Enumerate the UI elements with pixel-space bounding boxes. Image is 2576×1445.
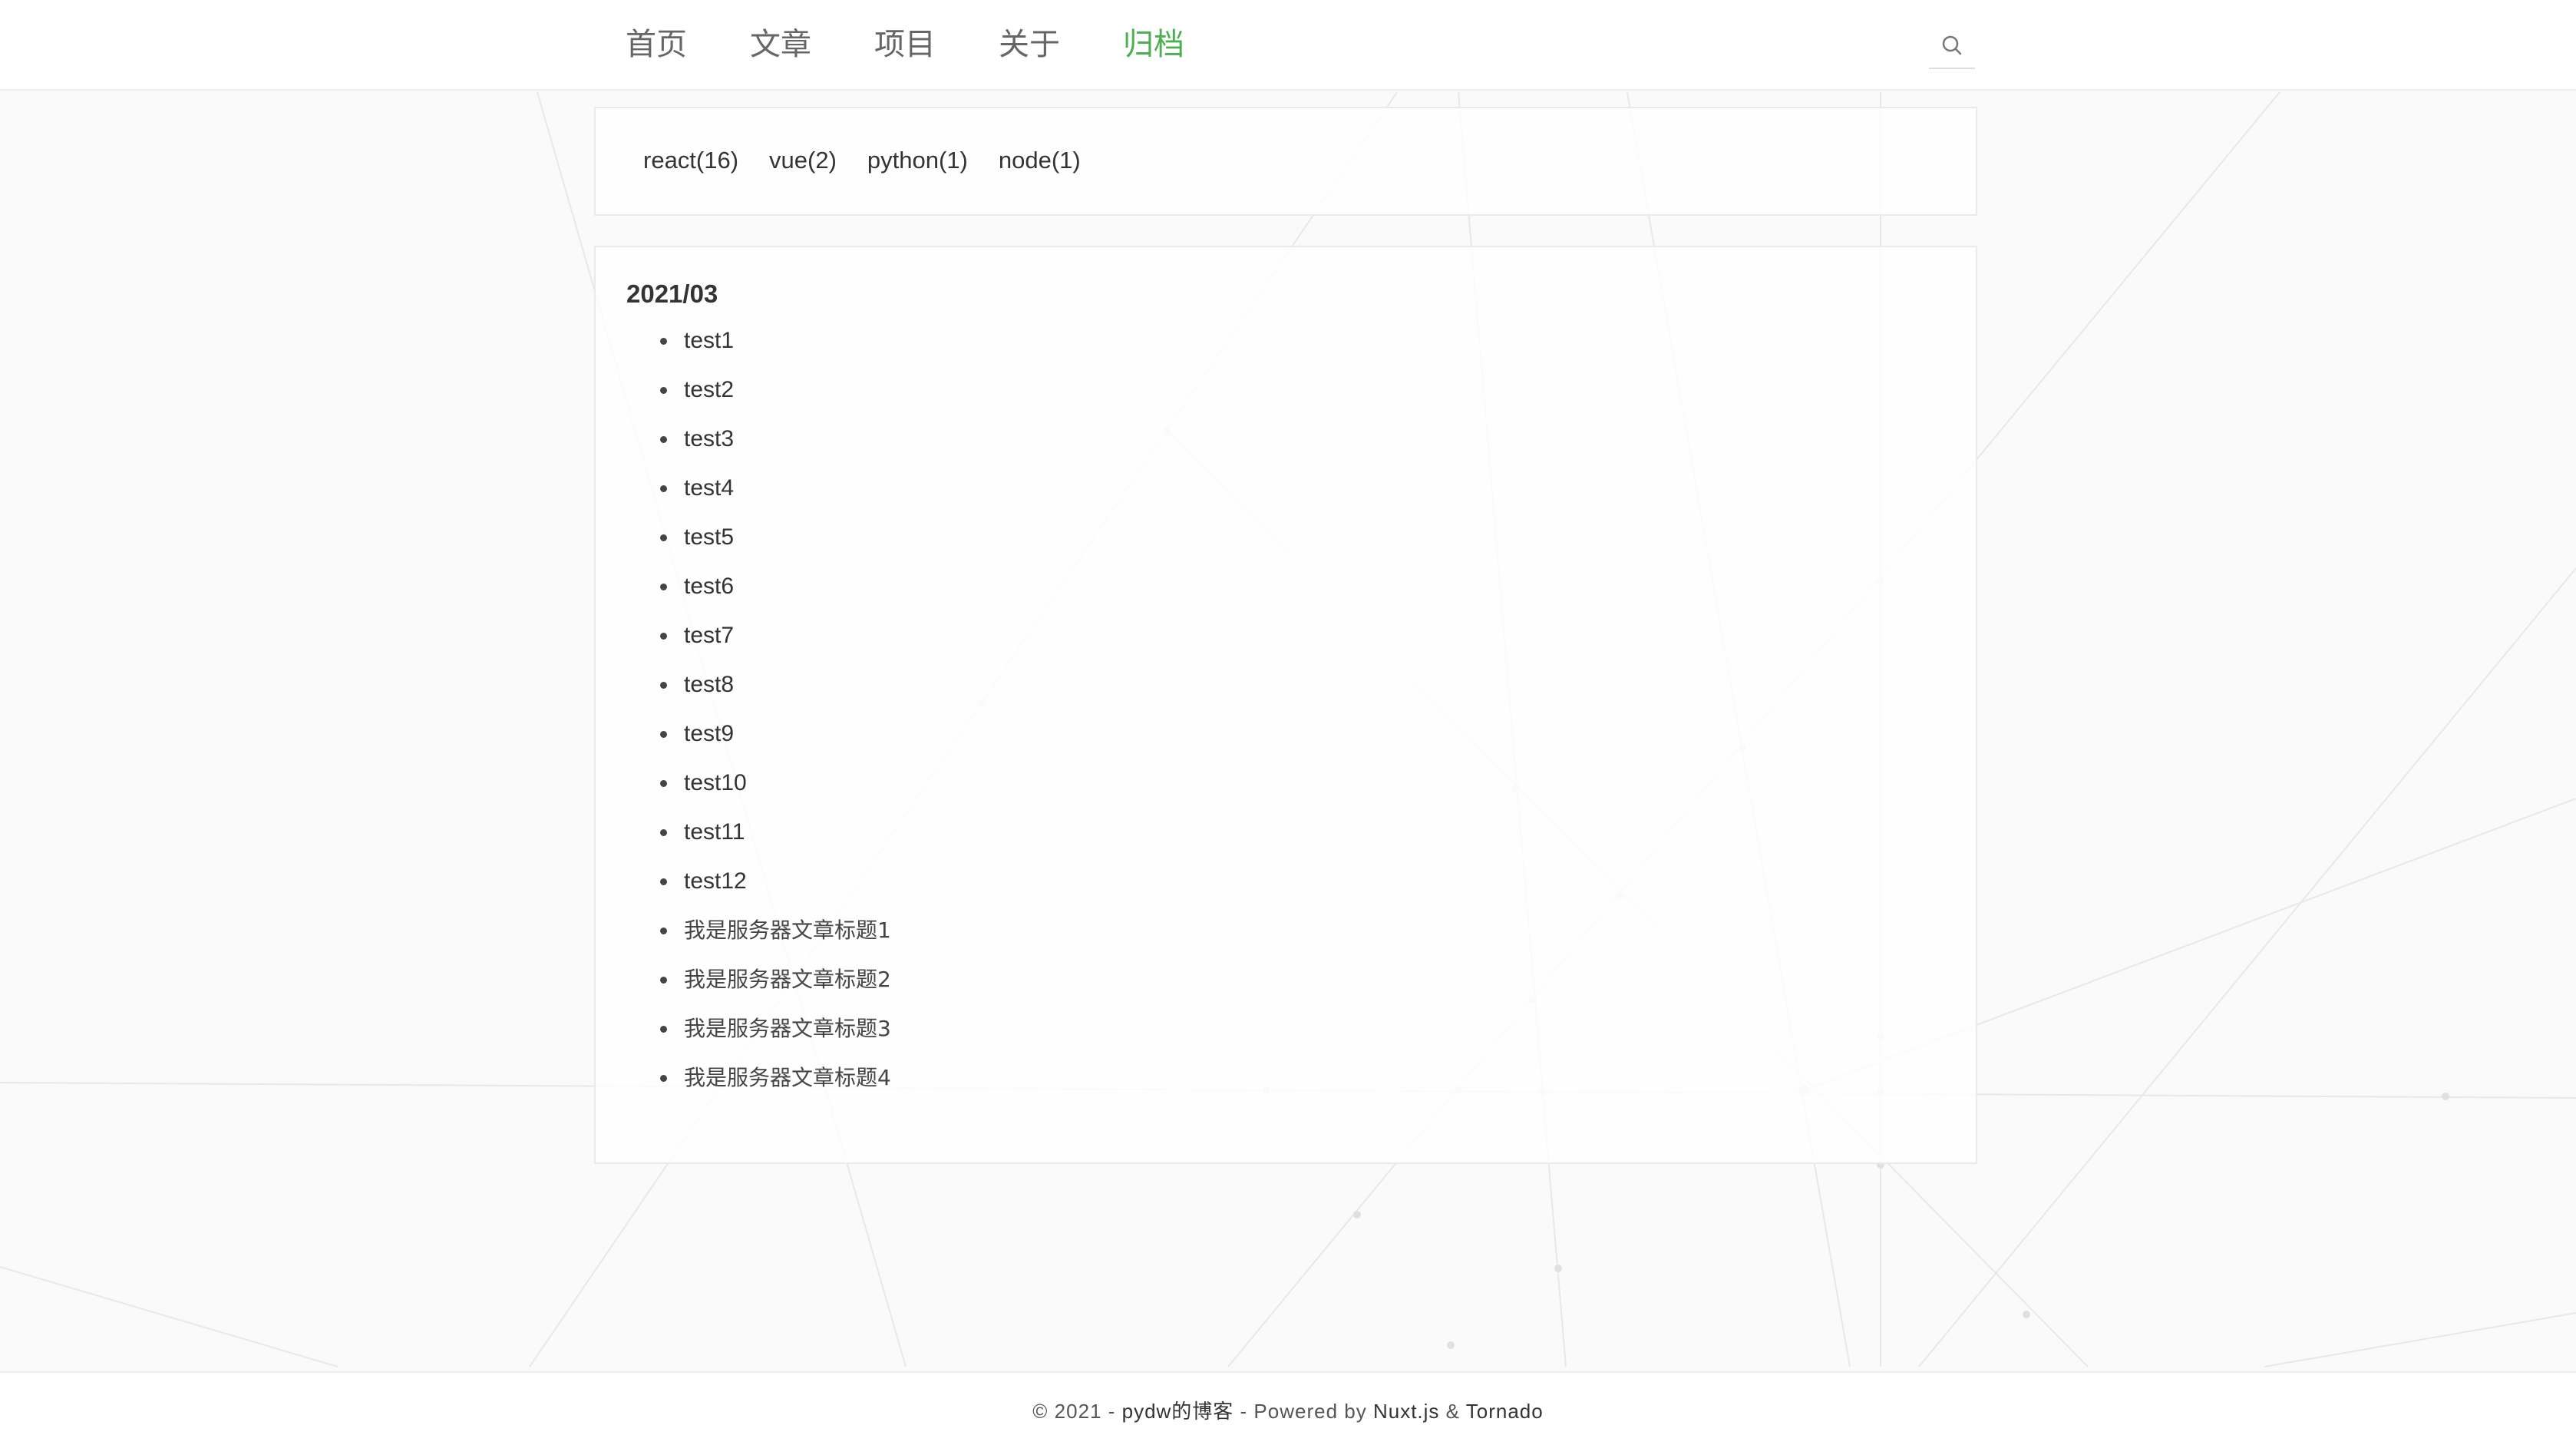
post-link[interactable]: test6 bbox=[684, 571, 734, 602]
list-item: test3 bbox=[626, 424, 891, 473]
top-navbar: 首页 文章 项目 关于 归档 bbox=[0, 0, 2576, 91]
list-item: 我是服务器文章标题3 bbox=[626, 1013, 891, 1063]
search-button[interactable] bbox=[1929, 23, 1975, 69]
list-item: 我是服务器文章标题4 bbox=[626, 1063, 891, 1112]
bullet-icon bbox=[660, 977, 667, 984]
post-link[interactable]: test3 bbox=[684, 424, 734, 455]
archive-card: 2021/03 test1 test2 test3 test4 test5 te… bbox=[594, 246, 1977, 1164]
bullet-icon bbox=[660, 1026, 667, 1033]
bullet-icon bbox=[660, 731, 667, 738]
post-link[interactable]: 我是服务器文章标题4 bbox=[684, 1063, 891, 1093]
list-item: test7 bbox=[626, 620, 891, 670]
tag-python[interactable]: python(1) bbox=[867, 147, 968, 174]
copyright-text: © 2021 - bbox=[1032, 1400, 1122, 1423]
bullet-icon bbox=[660, 387, 667, 394]
post-link[interactable]: test2 bbox=[684, 375, 734, 405]
bullet-icon bbox=[660, 584, 667, 590]
nav-item-home[interactable]: 首页 bbox=[626, 20, 687, 69]
bullet-icon bbox=[660, 534, 667, 541]
list-item: test12 bbox=[626, 866, 891, 915]
ampersand-text: & bbox=[1439, 1400, 1466, 1423]
tag-node[interactable]: node(1) bbox=[999, 147, 1081, 174]
nav-item-about[interactable]: 关于 bbox=[999, 20, 1060, 69]
post-link[interactable]: test9 bbox=[684, 719, 734, 749]
bullet-icon bbox=[660, 682, 667, 689]
list-item: test8 bbox=[626, 670, 891, 719]
list-item: 我是服务器文章标题2 bbox=[626, 964, 891, 1013]
archive-post-list: test1 test2 test3 test4 test5 test6 test… bbox=[626, 326, 891, 1112]
post-link[interactable]: test8 bbox=[684, 670, 734, 700]
post-link[interactable]: test12 bbox=[684, 866, 747, 897]
bullet-icon bbox=[660, 338, 667, 345]
post-link[interactable]: 我是服务器文章标题2 bbox=[684, 964, 891, 995]
list-item: test2 bbox=[626, 375, 891, 424]
blog-name-link[interactable]: pydw的博客 bbox=[1122, 1400, 1234, 1423]
bullet-icon bbox=[660, 928, 667, 934]
list-item: test9 bbox=[626, 719, 891, 768]
list-item: test1 bbox=[626, 326, 891, 375]
post-link[interactable]: 我是服务器文章标题1 bbox=[684, 915, 891, 946]
tag-react[interactable]: react(16) bbox=[643, 147, 738, 174]
bullet-icon bbox=[660, 633, 667, 640]
list-item: test5 bbox=[626, 522, 891, 571]
archive-month-heading: 2021/03 bbox=[626, 279, 718, 308]
list-item: test10 bbox=[626, 768, 891, 817]
tag-list: react(16) vue(2) python(1) node(1) bbox=[643, 147, 1111, 174]
list-item: test6 bbox=[626, 571, 891, 620]
bullet-icon bbox=[660, 436, 667, 443]
tornado-link[interactable]: Tornado bbox=[1466, 1400, 1544, 1423]
post-link[interactable]: test10 bbox=[684, 768, 747, 799]
bullet-icon bbox=[660, 878, 667, 885]
post-link[interactable]: test11 bbox=[684, 817, 745, 848]
bullet-icon bbox=[660, 1075, 667, 1082]
footer-text: © 2021 - pydw的博客 - Powered by Nuxt.js & … bbox=[0, 1396, 2576, 1424]
bullet-icon bbox=[660, 780, 667, 787]
list-item: test11 bbox=[626, 817, 891, 866]
nav-item-articles[interactable]: 文章 bbox=[750, 20, 811, 69]
search-icon bbox=[1942, 35, 1962, 55]
nav-item-archive[interactable]: 归档 bbox=[1123, 20, 1184, 69]
list-item: 我是服务器文章标题1 bbox=[626, 915, 891, 964]
footer: © 2021 - pydw的博客 - Powered by Nuxt.js & … bbox=[0, 1371, 2576, 1445]
list-item: test4 bbox=[626, 473, 891, 522]
tag-vue[interactable]: vue(2) bbox=[769, 147, 837, 174]
powered-by-text: - Powered by bbox=[1234, 1400, 1373, 1423]
bullet-icon bbox=[660, 485, 667, 492]
bullet-icon bbox=[660, 829, 667, 836]
post-link[interactable]: 我是服务器文章标题3 bbox=[684, 1013, 891, 1044]
nuxt-link[interactable]: Nuxt.js bbox=[1373, 1400, 1439, 1423]
nav-item-projects[interactable]: 项目 bbox=[874, 20, 936, 69]
post-link[interactable]: test1 bbox=[684, 326, 734, 356]
post-link[interactable]: test5 bbox=[684, 522, 734, 553]
post-link[interactable]: test7 bbox=[684, 620, 734, 651]
post-link[interactable]: test4 bbox=[684, 473, 734, 504]
main-nav: 首页 文章 项目 关于 归档 bbox=[626, 20, 1247, 69]
tag-filter-card: react(16) vue(2) python(1) node(1) bbox=[594, 107, 1977, 216]
